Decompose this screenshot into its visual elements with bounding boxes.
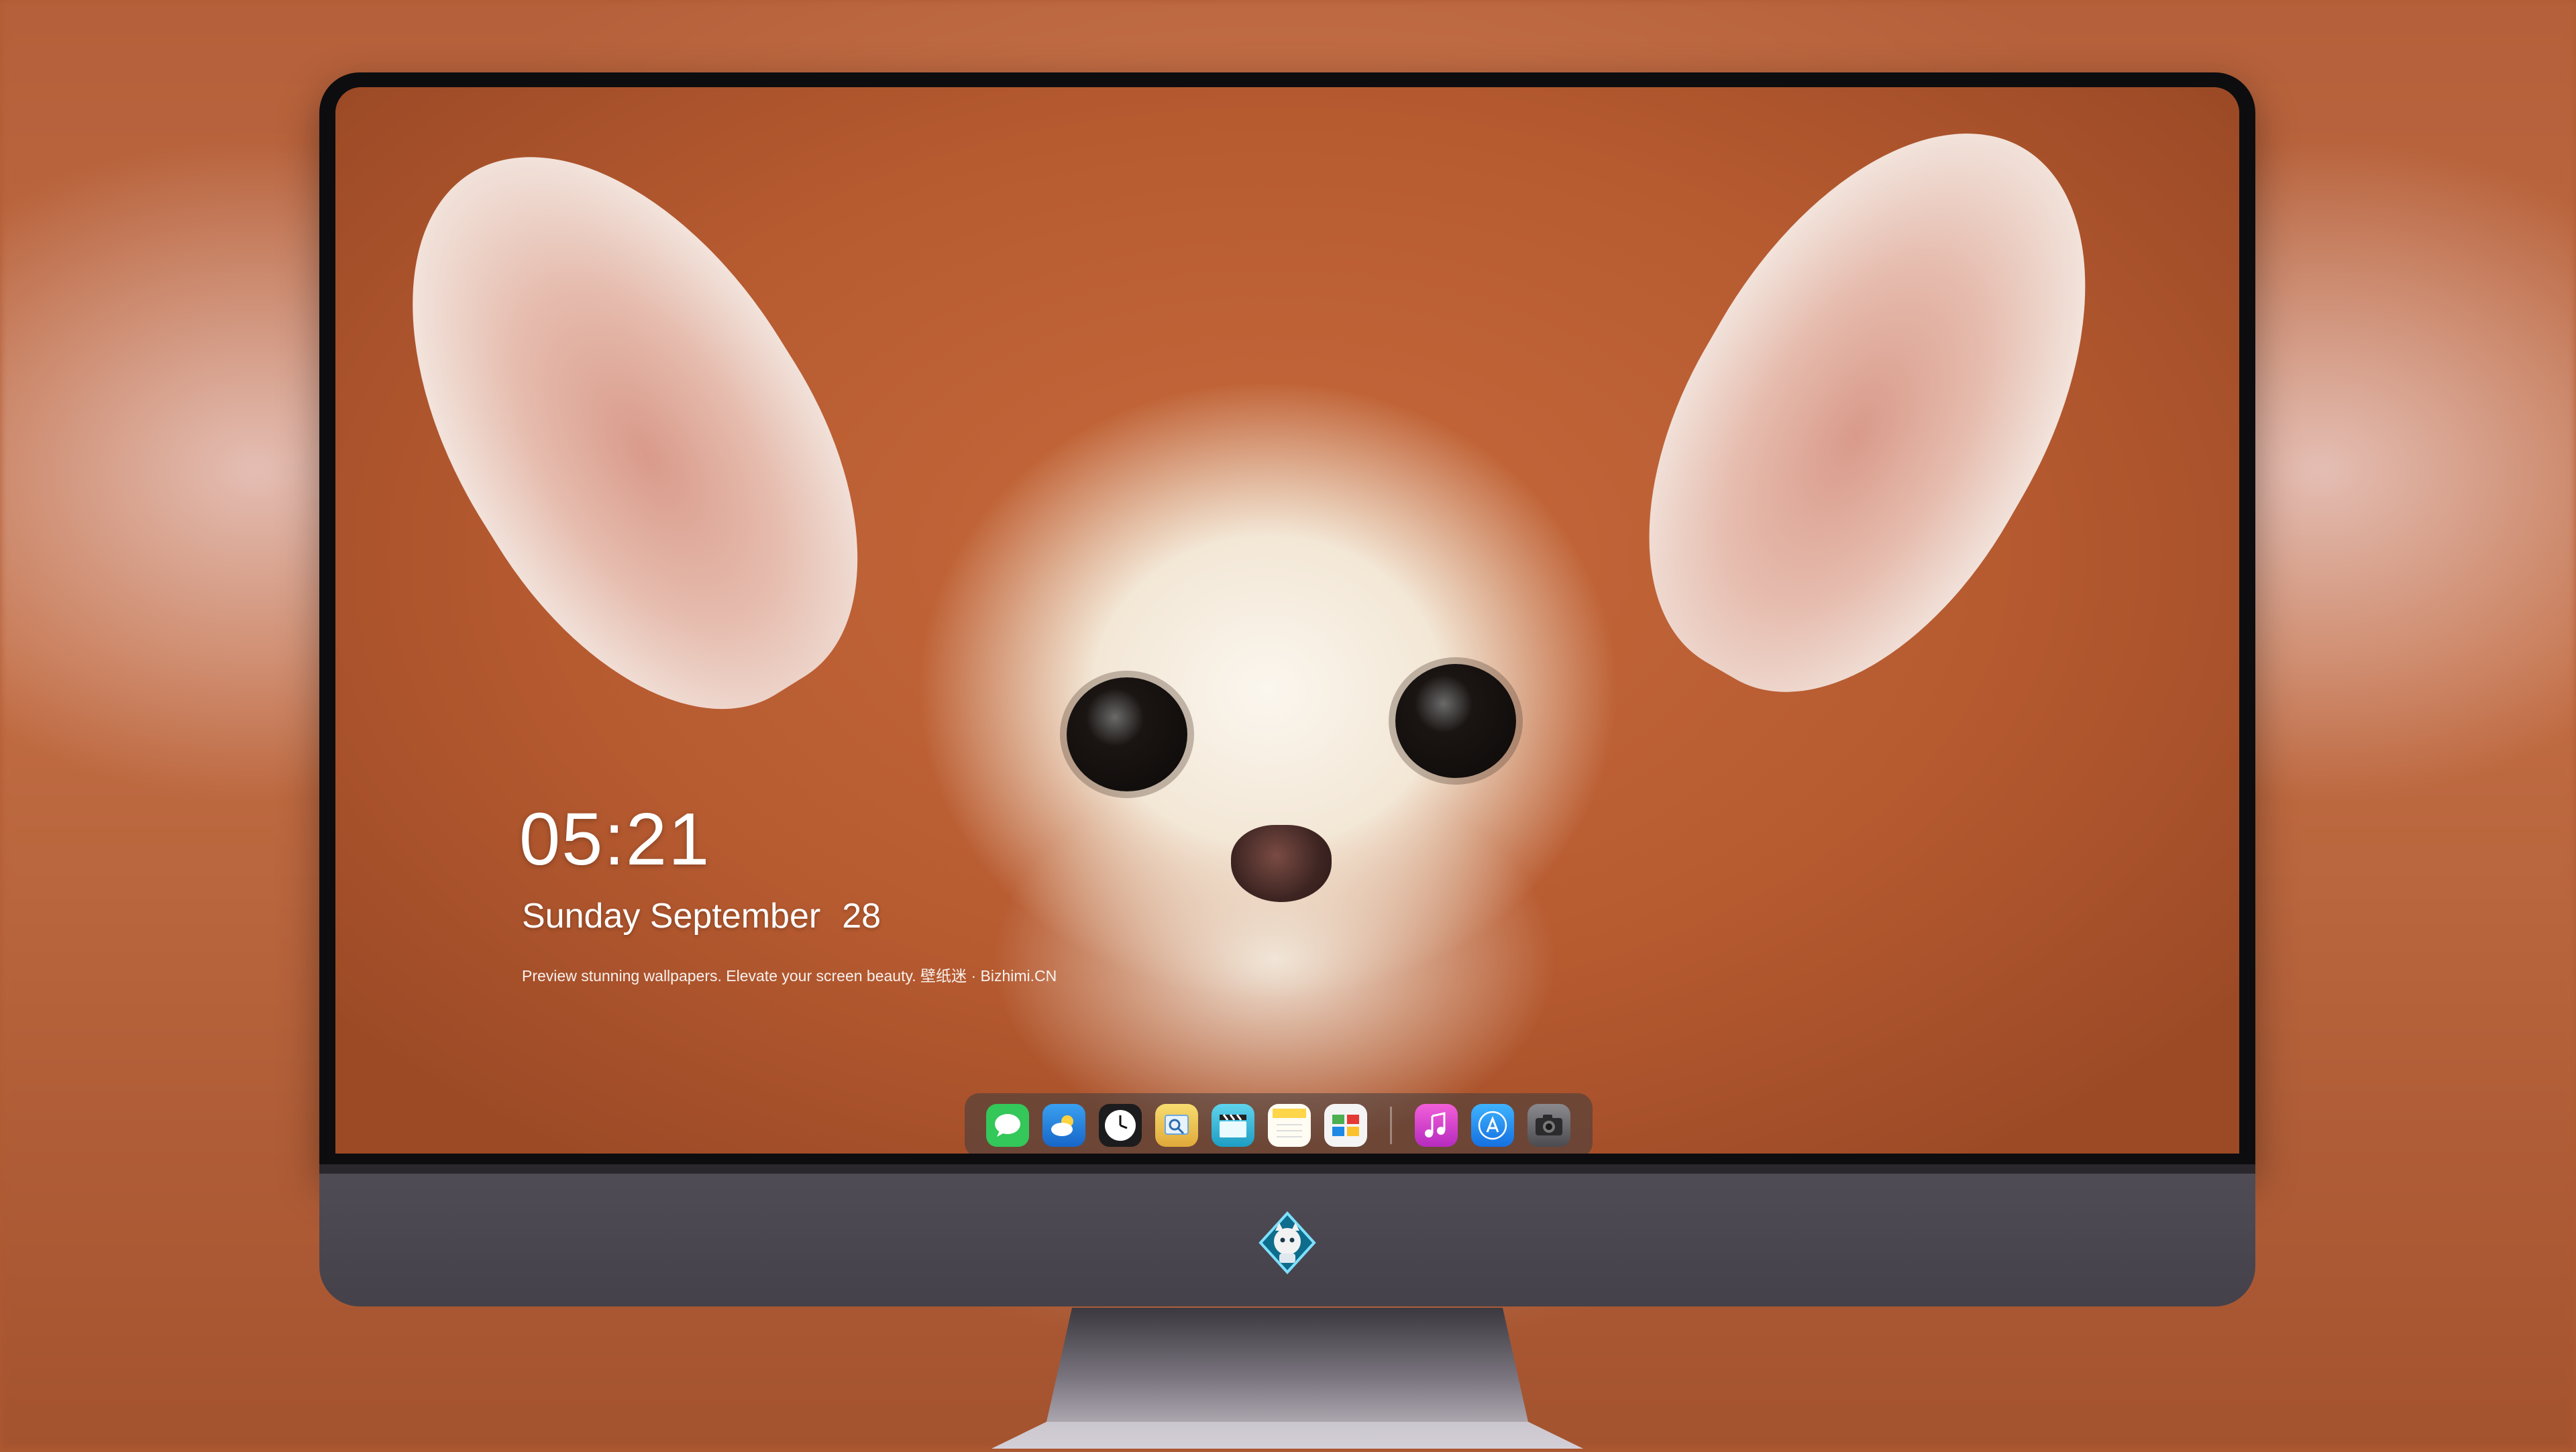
monitor-stand (991, 1308, 1583, 1449)
fox-left-ear (335, 87, 938, 778)
fox-right-eye (1395, 664, 1516, 778)
video-clapper-icon[interactable] (1212, 1104, 1254, 1147)
photo-booth-icon[interactable] (1324, 1104, 1367, 1147)
dock-separator (1390, 1107, 1392, 1144)
date-weekday-month: Sunday September (522, 897, 821, 936)
fox-nose (1231, 825, 1332, 902)
monitor: 05:21 Sunday September 28 Preview stunni… (319, 72, 2255, 1306)
clock-icon[interactable] (1099, 1104, 1142, 1147)
lock-screen-date: Sunday September 28 (522, 896, 881, 936)
music-icon[interactable] (1415, 1104, 1458, 1147)
monitor-bezel: 05:21 Sunday September 28 Preview stunni… (319, 72, 2255, 1172)
fox-right-ear (1569, 87, 2174, 758)
messages-icon[interactable] (986, 1104, 1029, 1147)
notes-icon[interactable] (1268, 1104, 1311, 1147)
preview-icon[interactable] (1155, 1104, 1198, 1147)
lock-screen: 05:21 Sunday September 28 Preview stunni… (335, 87, 2239, 1154)
mascot-logo-icon (1255, 1211, 1320, 1275)
app-store-icon[interactable] (1471, 1104, 1514, 1147)
lock-screen-time: 05:21 (519, 798, 711, 881)
camera-icon[interactable] (1527, 1104, 1570, 1147)
weather-icon[interactable] (1042, 1104, 1085, 1147)
lock-screen-tagline: Preview stunning wallpapers. Elevate you… (522, 967, 1057, 985)
date-day: 28 (842, 897, 881, 936)
fox-left-eye (1067, 677, 1187, 791)
monitor-chin (319, 1164, 2255, 1306)
dock (965, 1093, 1593, 1154)
